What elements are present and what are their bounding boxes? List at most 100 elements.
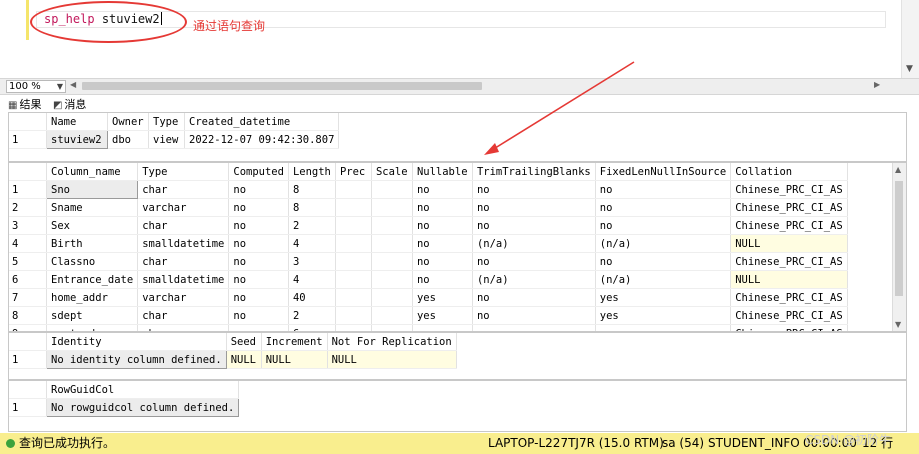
table-cell[interactable]: no bbox=[412, 216, 473, 235]
table-cell[interactable]: yes bbox=[595, 324, 732, 331]
table-cell[interactable]: Classno bbox=[46, 252, 139, 271]
table-cell[interactable]: Birth bbox=[46, 234, 139, 253]
column-header[interactable]: FixedLenNullInSource bbox=[595, 163, 732, 181]
table-cell[interactable] bbox=[335, 288, 372, 307]
column-header[interactable]: Type bbox=[137, 163, 230, 181]
table-cell[interactable]: no bbox=[472, 306, 596, 325]
column-header[interactable]: Prec bbox=[335, 163, 372, 181]
table-cell[interactable]: NULL bbox=[730, 234, 848, 253]
table-cell[interactable]: no bbox=[228, 216, 289, 235]
table-cell[interactable]: NULL bbox=[327, 350, 457, 369]
table-cell[interactable] bbox=[371, 270, 413, 289]
row-number[interactable]: 1 bbox=[9, 180, 47, 199]
table-cell[interactable] bbox=[335, 270, 372, 289]
row-number[interactable]: 5 bbox=[9, 252, 47, 271]
scroll-right-arrow-icon[interactable]: ▶ bbox=[874, 80, 880, 89]
chevron-down-icon[interactable]: ▼ bbox=[57, 81, 63, 92]
column-header[interactable]: Owner bbox=[107, 113, 149, 131]
table-cell[interactable]: char bbox=[137, 324, 230, 331]
table-cell[interactable]: postcode bbox=[46, 324, 139, 331]
table-cell[interactable]: 3 bbox=[288, 252, 336, 271]
column-header[interactable]: Name bbox=[46, 113, 108, 131]
table-cell[interactable]: yes bbox=[412, 324, 473, 331]
column-header[interactable]: Collation bbox=[730, 163, 848, 181]
table-cell[interactable] bbox=[371, 324, 413, 331]
table-cell[interactable]: no bbox=[412, 180, 473, 199]
table-cell[interactable]: no bbox=[228, 324, 289, 331]
table-cell[interactable]: varchar bbox=[137, 288, 230, 307]
table-cell[interactable]: Chinese_PRC_CI_AS bbox=[730, 306, 848, 325]
table-cell[interactable] bbox=[335, 180, 372, 199]
table-cell[interactable]: smalldatetime bbox=[137, 234, 230, 253]
scroll-up-arrow-icon[interactable]: ▲ bbox=[895, 165, 901, 174]
column-header[interactable]: Increment bbox=[261, 333, 328, 351]
table-cell[interactable]: yes bbox=[595, 306, 732, 325]
row-number[interactable]: 2 bbox=[9, 198, 47, 217]
table-cell[interactable]: home_addr bbox=[46, 288, 139, 307]
table-cell[interactable]: Chinese_PRC_CI_AS bbox=[730, 252, 848, 271]
zoom-dropdown[interactable]: 100 % ▼ bbox=[6, 80, 66, 93]
table-cell[interactable] bbox=[371, 234, 413, 253]
editor-vertical-scrollbar[interactable]: ▼ bbox=[901, 0, 919, 78]
table-cell[interactable]: Chinese_PRC_CI_AS bbox=[730, 198, 848, 217]
column-header[interactable]: Nullable bbox=[412, 163, 473, 181]
grid-vertical-scrollbar[interactable]: ▲ ▼ bbox=[892, 163, 906, 331]
table-cell[interactable]: NULL bbox=[226, 350, 262, 369]
table-cell[interactable] bbox=[335, 234, 372, 253]
table-cell[interactable] bbox=[371, 306, 413, 325]
table-cell[interactable]: no bbox=[472, 180, 596, 199]
table-cell[interactable]: view bbox=[148, 130, 185, 149]
table-cell[interactable]: Chinese_PRC_CI_AS bbox=[730, 288, 848, 307]
table-cell[interactable]: (n/a) bbox=[595, 270, 732, 289]
table-row[interactable]: 1 No rowguidcol column defined. bbox=[9, 398, 240, 417]
table-cell[interactable]: no bbox=[472, 198, 596, 217]
table-cell[interactable]: (n/a) bbox=[595, 234, 732, 253]
table-cell[interactable]: (n/a) bbox=[472, 234, 596, 253]
column-header[interactable]: Computed bbox=[228, 163, 289, 181]
table-row[interactable]: 3 Sex char no 2 no no no Chinese_PRC_CI_AS bbox=[9, 216, 848, 235]
query-editor[interactable]: sp_help stuview2 通过语句查询 ▼ bbox=[0, 0, 919, 78]
table-cell[interactable]: NULL bbox=[730, 270, 848, 289]
table-cell[interactable]: 40 bbox=[288, 288, 336, 307]
table-cell[interactable]: No identity column defined. bbox=[46, 350, 227, 369]
table-cell[interactable]: char bbox=[137, 252, 230, 271]
row-number[interactable]: 1 bbox=[9, 398, 47, 417]
table-cell[interactable]: no bbox=[228, 270, 289, 289]
table-cell[interactable]: Chinese_PRC_CI_AS bbox=[730, 324, 848, 331]
row-number[interactable]: 8 bbox=[9, 306, 47, 325]
table-cell[interactable]: no bbox=[595, 216, 732, 235]
table-row[interactable]: 1 No identity column defined. NULL NULL … bbox=[9, 350, 457, 369]
tab-messages[interactable]: ◩ 消息 bbox=[53, 96, 86, 112]
table-cell[interactable]: no bbox=[412, 234, 473, 253]
column-header[interactable]: Not For Replication bbox=[327, 333, 457, 351]
table-cell[interactable] bbox=[335, 324, 372, 331]
scroll-left-arrow-icon[interactable]: ◀ bbox=[70, 80, 76, 89]
table-cell[interactable]: 4 bbox=[288, 270, 336, 289]
table-cell[interactable]: Sno bbox=[45, 180, 139, 199]
table-cell[interactable]: Chinese_PRC_CI_AS bbox=[730, 180, 848, 199]
column-header[interactable]: TrimTrailingBlanks bbox=[472, 163, 596, 181]
table-cell[interactable]: no bbox=[472, 252, 596, 271]
table-cell[interactable]: 2 bbox=[288, 216, 336, 235]
table-cell[interactable]: char bbox=[137, 180, 230, 199]
table-cell[interactable]: no bbox=[228, 306, 289, 325]
table-cell[interactable]: 2022-12-07 09:42:30.807 bbox=[184, 130, 340, 149]
result-grid-object[interactable]: Name Owner Type Created_datetime 1 stuvi… bbox=[8, 112, 907, 162]
table-cell[interactable]: 8 bbox=[288, 180, 336, 199]
table-cell[interactable]: No rowguidcol column defined. bbox=[45, 398, 240, 417]
table-cell[interactable] bbox=[335, 198, 372, 217]
table-row[interactable]: 1 Sno char no 8 no no no Chinese_PRC_CI_AS bbox=[9, 180, 848, 199]
table-cell[interactable]: char bbox=[137, 306, 230, 325]
scroll-down-arrow-icon[interactable]: ▼ bbox=[906, 64, 913, 74]
tab-results[interactable]: ▦ 结果 bbox=[8, 96, 41, 112]
table-row[interactable]: 5 Classno char no 3 no no no Chinese_PRC_CI_AS bbox=[9, 252, 848, 271]
table-row[interactable]: 6 Entrance_date smalldatetime no 4 no (n/a) (n/… bbox=[9, 270, 848, 289]
row-number[interactable]: 6 bbox=[9, 270, 47, 289]
column-header[interactable]: Length bbox=[288, 163, 336, 181]
table-cell[interactable]: no bbox=[412, 270, 473, 289]
table-cell[interactable] bbox=[335, 306, 372, 325]
table-cell[interactable] bbox=[371, 216, 413, 235]
row-number[interactable]: 9 bbox=[9, 324, 47, 331]
column-header[interactable]: RowGuidCol bbox=[46, 381, 240, 399]
table-cell[interactable]: no bbox=[228, 288, 289, 307]
